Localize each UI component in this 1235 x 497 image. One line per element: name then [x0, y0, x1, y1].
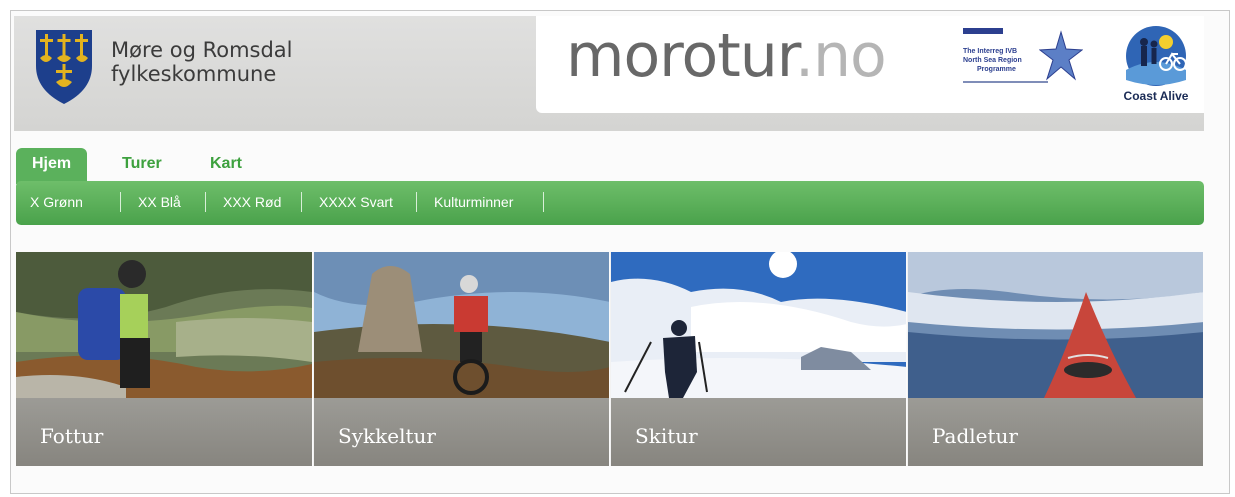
subnav-xx-bla[interactable]: XX Blå	[138, 194, 181, 210]
logo-tld: .no	[794, 21, 887, 91]
coast-alive-label: Coast Alive	[1123, 89, 1189, 103]
subnav-separator	[120, 192, 121, 212]
subnav-kulturminner[interactable]: Kulturminner	[434, 194, 513, 210]
interreg-logo[interactable]: The Interreg IVB North Sea Region Progra…	[961, 26, 1083, 96]
eu-flag-icon	[963, 28, 1003, 34]
hiker-photo-icon	[16, 252, 312, 398]
subnav-x-gronn[interactable]: X Grønn	[30, 194, 83, 210]
tile-label-skitur: Skitur	[611, 398, 906, 466]
site-logo[interactable]: morotur.no	[566, 21, 887, 91]
org-name-line2: fylkeskommune	[111, 62, 277, 86]
subnav-xxx-rod[interactable]: XXX Rød	[223, 194, 281, 210]
subnav-separator	[416, 192, 417, 212]
org-name-line1: Møre og Romsdal	[111, 38, 293, 62]
skier-photo-icon	[611, 252, 906, 398]
interreg-line3: Programme	[977, 66, 1016, 73]
tab-hjem[interactable]: Hjem	[16, 148, 88, 184]
coast-alive-logo[interactable]: Coast Alive	[1114, 24, 1198, 108]
tile-label-sykkeltur: Sykkeltur	[314, 398, 609, 466]
subnav-separator	[301, 192, 302, 212]
tile-skitur[interactable]: Skitur	[610, 252, 906, 466]
tile-fottur[interactable]: Fottur	[16, 252, 312, 466]
tile-sykkeltur[interactable]: Sykkeltur	[313, 252, 609, 466]
county-crest-icon	[36, 30, 92, 104]
brand-panel: morotur.no The Interreg IVB North Sea Re…	[536, 16, 1204, 113]
subnav-separator	[205, 192, 206, 212]
cyclist-photo-icon	[314, 252, 609, 398]
site-header: Møre og Romsdal fylkeskommune morotur.no…	[14, 16, 1204, 131]
starfish-icon	[1039, 30, 1083, 81]
organization-name[interactable]: Møre og Romsdal fylkeskommune	[111, 38, 293, 86]
activity-tiles: Fottur Sykkeltur Skitur Padletur	[16, 252, 1206, 466]
coast-alive-icon	[1126, 26, 1187, 86]
logo-main: morotur	[566, 21, 796, 91]
kayak-photo-icon	[908, 252, 1203, 398]
interreg-line2: North Sea Region	[963, 57, 1022, 64]
tab-turer[interactable]: Turer	[106, 148, 178, 184]
tab-kart[interactable]: Kart	[194, 148, 258, 184]
subnav-separator	[543, 192, 544, 212]
subnav-xxxx-svart[interactable]: XXXX Svart	[319, 194, 393, 210]
sub-navigation: X Grønn XX Blå XXX Rød XXXX Svart Kultur…	[16, 181, 1204, 225]
tile-padletur[interactable]: Padletur	[907, 252, 1203, 466]
tile-label-padletur: Padletur	[908, 398, 1203, 466]
interreg-line1: The Interreg IVB	[963, 48, 1018, 55]
interreg-tagline-bar	[963, 81, 1048, 83]
tile-label-fottur: Fottur	[16, 398, 312, 466]
